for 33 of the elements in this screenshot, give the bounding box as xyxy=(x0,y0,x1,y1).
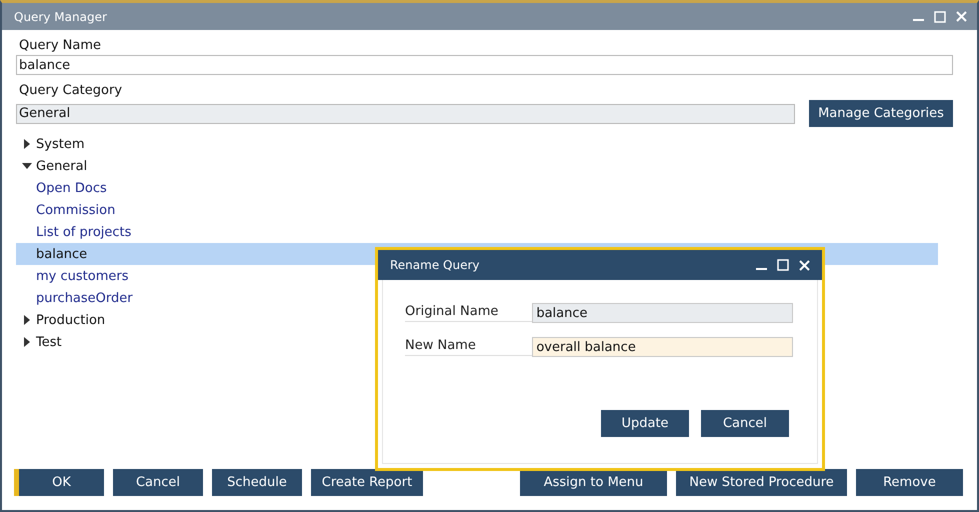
close-icon[interactable] xyxy=(799,260,810,270)
create-report-button[interactable]: Create Report xyxy=(311,469,423,496)
cancel-button[interactable]: Cancel xyxy=(113,469,203,496)
query-item[interactable]: my customers xyxy=(36,268,128,284)
tree-group[interactable]: General xyxy=(36,158,88,174)
query-item[interactable]: Open Docs xyxy=(36,180,107,196)
tree-group[interactable]: Test xyxy=(36,334,62,350)
tree-group[interactable]: Production xyxy=(36,312,106,328)
update-button[interactable]: Update xyxy=(601,410,689,437)
manage-categories-button[interactable]: Manage Categories xyxy=(809,100,953,127)
window-title: Query Manager xyxy=(14,10,107,24)
field-label: Query Category xyxy=(19,83,124,98)
query-item[interactable]: List of projects xyxy=(36,224,132,240)
schedule-button[interactable]: Schedule xyxy=(212,469,302,496)
query-item[interactable]: Commission xyxy=(36,202,116,218)
query-item[interactable]: balance xyxy=(36,246,88,262)
maximize-icon[interactable] xyxy=(777,259,789,271)
expand-arrow-icon[interactable] xyxy=(22,315,32,325)
new-name-field[interactable]: overall balance xyxy=(532,337,793,357)
query-item[interactable]: purchaseOrder xyxy=(36,290,133,306)
remove-button[interactable]: Remove xyxy=(856,469,963,496)
ok-button[interactable]: OK xyxy=(14,469,104,496)
field-label: Query Name xyxy=(19,38,102,53)
query-category-field[interactable]: General xyxy=(16,104,795,124)
new-stored-procedure-button[interactable]: New Stored Procedure xyxy=(676,469,847,496)
expand-arrow-icon[interactable] xyxy=(22,337,32,347)
dialog-title: Rename Query xyxy=(390,258,480,272)
query-name-field[interactable]: balance xyxy=(16,55,953,75)
expand-arrow-icon[interactable] xyxy=(22,139,32,149)
tree-group[interactable]: System xyxy=(36,136,84,152)
collapse-arrow-icon[interactable] xyxy=(22,161,32,171)
assign-to-menu-button[interactable]: Assign to Menu xyxy=(520,469,667,496)
cancel-button[interactable]: Cancel xyxy=(701,410,789,437)
